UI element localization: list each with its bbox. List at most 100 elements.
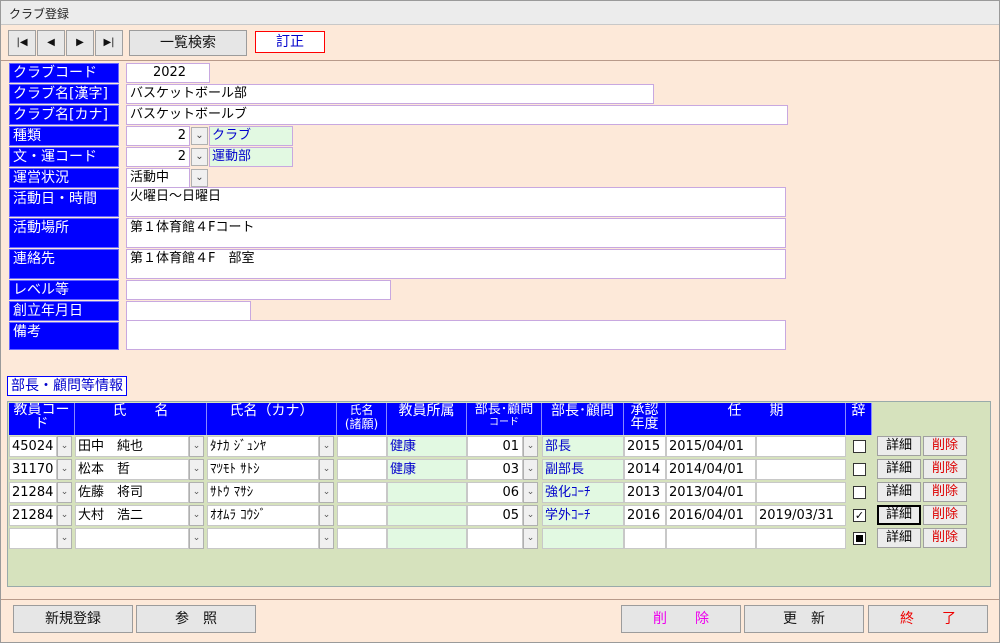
cell-teacher-code[interactable]: 45024 <box>9 436 57 457</box>
cell-role-code[interactable]: 06 <box>467 482 523 503</box>
cell-teacher-code[interactable]: 21284 <box>9 505 57 526</box>
cell-name-alias[interactable] <box>337 528 387 549</box>
cell-role[interactable]: 強化ｺｰﾁ <box>542 482 624 503</box>
club-code-field[interactable]: 2022 <box>126 63 210 83</box>
chevron-down-icon[interactable]: ⌄ <box>319 436 334 457</box>
cell-name[interactable]: 佐藤 将司 <box>75 482 189 503</box>
cell-year[interactable]: 2013 <box>624 482 666 503</box>
chevron-down-icon[interactable]: ⌄ <box>319 482 334 503</box>
club-name-kana-field[interactable]: バスケットボールブ <box>126 105 788 125</box>
cell-teacher-code[interactable]: 31170 <box>9 459 57 480</box>
chevron-down-icon[interactable]: ⌄ <box>189 528 204 549</box>
last-record-button[interactable]: ▶| <box>95 30 123 56</box>
chevron-down-icon[interactable]: ⌄ <box>523 436 538 457</box>
kind-dropdown-chevron-down-icon[interactable]: ⌄ <box>191 127 208 145</box>
cell-affiliation[interactable]: 健康 <box>387 436 467 457</box>
cell-term-to[interactable] <box>756 459 846 480</box>
bun-un-code-field[interactable]: 2 <box>126 147 190 167</box>
cell-name-alias[interactable] <box>337 482 387 503</box>
contact-field[interactable]: 第１体育館４F 部室 <box>126 249 786 279</box>
row-delete-button[interactable]: 削除 <box>923 459 967 479</box>
chevron-down-icon[interactable]: ⌄ <box>57 528 72 549</box>
cell-term-from[interactable]: 2014/04/01 <box>666 459 756 480</box>
activity-place-field[interactable]: 第１体育館４Fコート <box>126 218 786 248</box>
resign-checkbox-indeterminate[interactable] <box>853 532 866 545</box>
activity-time-field[interactable]: 火曜日～日曜日 <box>126 187 786 217</box>
next-record-button[interactable]: ▶ <box>66 30 94 56</box>
prev-record-button[interactable]: ◀ <box>37 30 65 56</box>
resign-checkbox[interactable]: ✓ <box>853 509 866 522</box>
row-delete-button[interactable]: 削除 <box>923 436 967 456</box>
founded-field[interactable] <box>126 301 251 321</box>
cell-name-alias[interactable] <box>337 459 387 480</box>
cell-affiliation[interactable] <box>387 528 467 549</box>
cell-role-code[interactable]: 01 <box>467 436 523 457</box>
cell-name-kana[interactable]: ﾀﾅｶ ｼﾞｭﾝﾔ <box>207 436 319 457</box>
chevron-down-icon[interactable]: ⌄ <box>523 505 538 526</box>
cell-role[interactable]: 副部長 <box>542 459 624 480</box>
club-name-kanji-field[interactable]: バスケットボール部 <box>126 84 654 104</box>
cell-name[interactable]: 大村 浩二 <box>75 505 189 526</box>
cell-year[interactable]: 2016 <box>624 505 666 526</box>
cell-name-kana[interactable]: ｵｵﾑﾗ ｺｳｼﾞ <box>207 505 319 526</box>
cell-year[interactable]: 2014 <box>624 459 666 480</box>
list-search-button[interactable]: 一覧検索 <box>129 30 247 56</box>
cell-role[interactable] <box>542 528 624 549</box>
status-field[interactable]: 活動中 <box>126 168 190 188</box>
detail-button[interactable]: 詳細 <box>877 459 921 479</box>
cell-term-to[interactable]: 2019/03/31 <box>756 505 846 526</box>
cell-term-to[interactable] <box>756 482 846 503</box>
cell-role-code[interactable]: 05 <box>467 505 523 526</box>
cell-year[interactable]: 2015 <box>624 436 666 457</box>
cell-term-from[interactable]: 2015/04/01 <box>666 436 756 457</box>
resign-checkbox[interactable] <box>853 486 866 499</box>
cell-term-from[interactable]: 2016/04/01 <box>666 505 756 526</box>
detail-button[interactable]: 詳細 <box>877 482 921 502</box>
chevron-down-icon[interactable]: ⌄ <box>57 436 72 457</box>
cell-name-alias[interactable] <box>337 505 387 526</box>
chevron-down-icon[interactable]: ⌄ <box>189 459 204 480</box>
chevron-down-icon[interactable]: ⌄ <box>57 505 72 526</box>
level-field[interactable] <box>126 280 391 300</box>
kind-code-field[interactable]: 2 <box>126 126 190 146</box>
detail-button[interactable]: 詳細 <box>877 436 921 456</box>
cell-year[interactable] <box>624 528 666 549</box>
cell-role-code[interactable]: 03 <box>467 459 523 480</box>
bun-un-dropdown-chevron-down-icon[interactable]: ⌄ <box>191 148 208 166</box>
cell-term-from[interactable]: 2013/04/01 <box>666 482 756 503</box>
cell-role-code[interactable] <box>467 528 523 549</box>
chevron-down-icon[interactable]: ⌄ <box>319 528 334 549</box>
cell-name-alias[interactable] <box>337 436 387 457</box>
update-button[interactable]: 更 新 <box>744 605 864 633</box>
cell-name[interactable]: 田中 純也 <box>75 436 189 457</box>
delete-button[interactable]: 削 除 <box>621 605 741 633</box>
remarks-field[interactable] <box>126 320 786 350</box>
chevron-down-icon[interactable]: ⌄ <box>319 505 334 526</box>
cell-term-to[interactable] <box>756 436 846 457</box>
chevron-down-icon[interactable]: ⌄ <box>189 482 204 503</box>
chevron-down-icon[interactable]: ⌄ <box>57 459 72 480</box>
new-register-button[interactable]: 新規登録 <box>13 605 133 633</box>
cell-teacher-code[interactable] <box>9 528 57 549</box>
chevron-down-icon[interactable]: ⌄ <box>189 436 204 457</box>
detail-button[interactable]: 詳細 <box>877 505 921 525</box>
chevron-down-icon[interactable]: ⌄ <box>319 459 334 480</box>
cell-name[interactable] <box>75 528 189 549</box>
cell-term-from[interactable] <box>666 528 756 549</box>
chevron-down-icon[interactable]: ⌄ <box>523 482 538 503</box>
cell-teacher-code[interactable]: 21284 <box>9 482 57 503</box>
chevron-down-icon[interactable]: ⌄ <box>57 482 72 503</box>
cell-name[interactable]: 松本 哲 <box>75 459 189 480</box>
detail-button[interactable]: 詳細 <box>877 528 921 548</box>
resign-checkbox[interactable] <box>853 440 866 453</box>
cell-affiliation[interactable]: 健康 <box>387 459 467 480</box>
row-delete-button[interactable]: 削除 <box>923 505 967 525</box>
cell-term-to[interactable] <box>756 528 846 549</box>
cell-role[interactable]: 部長 <box>542 436 624 457</box>
row-delete-button[interactable]: 削除 <box>923 482 967 502</box>
chevron-down-icon[interactable]: ⌄ <box>189 505 204 526</box>
status-dropdown-chevron-down-icon[interactable]: ⌄ <box>191 169 208 187</box>
cell-affiliation[interactable] <box>387 482 467 503</box>
cell-name-kana[interactable]: ｻﾄｳ ﾏｻｼ <box>207 482 319 503</box>
cell-affiliation[interactable] <box>387 505 467 526</box>
